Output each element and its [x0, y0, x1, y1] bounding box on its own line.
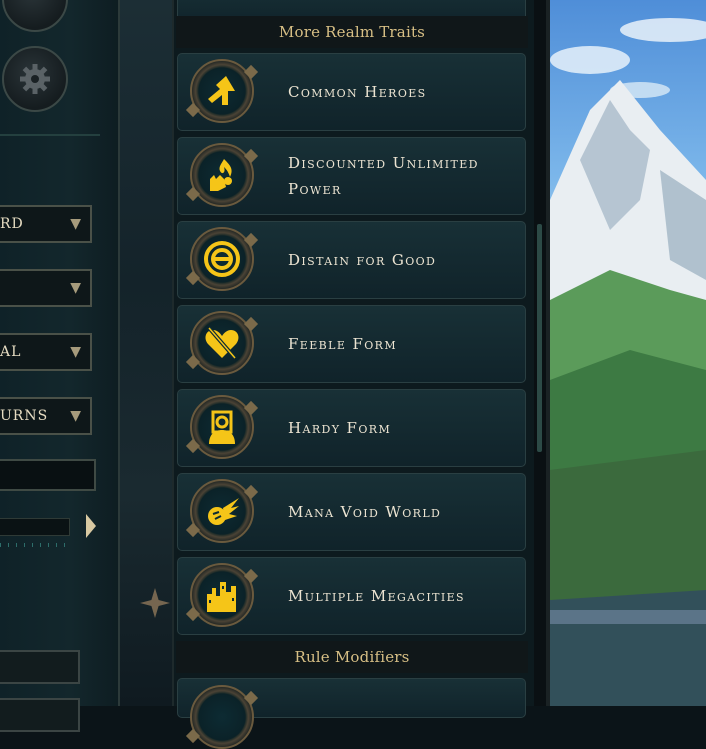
- chevron-down-icon: ▼: [70, 280, 82, 296]
- chevron-down-icon: ▼: [70, 408, 82, 424]
- settings-panel: RD ▼ ▼ AL ▼ URNS ▼: [0, 0, 120, 732]
- list-item[interactable]: Hardy Form: [177, 389, 526, 467]
- fire-hand-icon: [210, 159, 232, 191]
- list-item[interactable]: Multiple Megacities: [177, 557, 526, 635]
- bottom-input[interactable]: [0, 650, 80, 684]
- gear-icon: [20, 64, 50, 94]
- trait-label: Hardy Form: [288, 419, 392, 437]
- trait-medal: [190, 311, 254, 375]
- slider-next-arrow[interactable]: [86, 514, 96, 538]
- list-item[interactable]: Feeble Form: [177, 305, 526, 383]
- dropdown-3[interactable]: AL ▼: [0, 333, 92, 371]
- chevron-down-icon: ▼: [70, 344, 82, 360]
- dropdown-1[interactable]: RD ▼: [0, 205, 92, 243]
- city-icon: [207, 582, 236, 612]
- dropdown-2[interactable]: ▼: [0, 269, 92, 307]
- dropdown-value: URNS: [0, 408, 49, 424]
- list-item-partial[interactable]: [177, 678, 526, 749]
- chevron-down-icon: ▼: [70, 216, 82, 232]
- trait-medal: [190, 563, 254, 627]
- slider-ticks: [0, 543, 66, 547]
- section-header: More Realm Traits: [176, 16, 528, 48]
- bottom-input-2[interactable]: [0, 698, 80, 732]
- background-strip: [120, 0, 172, 706]
- landscape-art: [550, 18, 706, 706]
- divider: [0, 134, 100, 136]
- flaming-orb-icon: [208, 498, 239, 525]
- trait-medal: [190, 479, 254, 543]
- dropdown-value: AL: [0, 344, 22, 360]
- trait-medal: [190, 59, 254, 123]
- list-item[interactable]: Common Heroes: [177, 53, 526, 131]
- list-item[interactable]: Mana Void World: [177, 473, 526, 551]
- settings-button[interactable]: [2, 46, 68, 112]
- trait-medal: [190, 685, 254, 749]
- dropdown-value: RD: [0, 216, 24, 232]
- text-input[interactable]: [0, 459, 96, 491]
- trait-label: Discounted Unlimited Power: [288, 154, 479, 198]
- arrow-icon: [208, 76, 235, 105]
- landscape-preview: [550, 0, 706, 706]
- list-item[interactable]: Discounted Unlimited Power: [177, 137, 526, 215]
- top-round-button[interactable]: [2, 0, 68, 32]
- figure-icon: [209, 410, 235, 444]
- slider-track[interactable]: [0, 518, 70, 536]
- target-icon: [204, 241, 240, 277]
- section-header: Rule Modifiers: [176, 641, 528, 673]
- trait-label: Distain for Good: [288, 251, 437, 269]
- scrollbar-thumb[interactable]: [537, 224, 542, 452]
- trait-label: Common Heroes: [288, 83, 427, 101]
- broken-heart-icon: [205, 326, 239, 360]
- trait-medal: [190, 143, 254, 207]
- trait-medal: [190, 395, 254, 459]
- trait-label: Feeble Form: [288, 335, 398, 353]
- trait-label: Mana Void World: [288, 503, 442, 521]
- list-item[interactable]: Distain for Good: [177, 221, 526, 299]
- dropdown-4[interactable]: URNS ▼: [0, 397, 92, 435]
- trait-medal: [190, 227, 254, 291]
- trait-label: Multiple Megacities: [288, 587, 465, 605]
